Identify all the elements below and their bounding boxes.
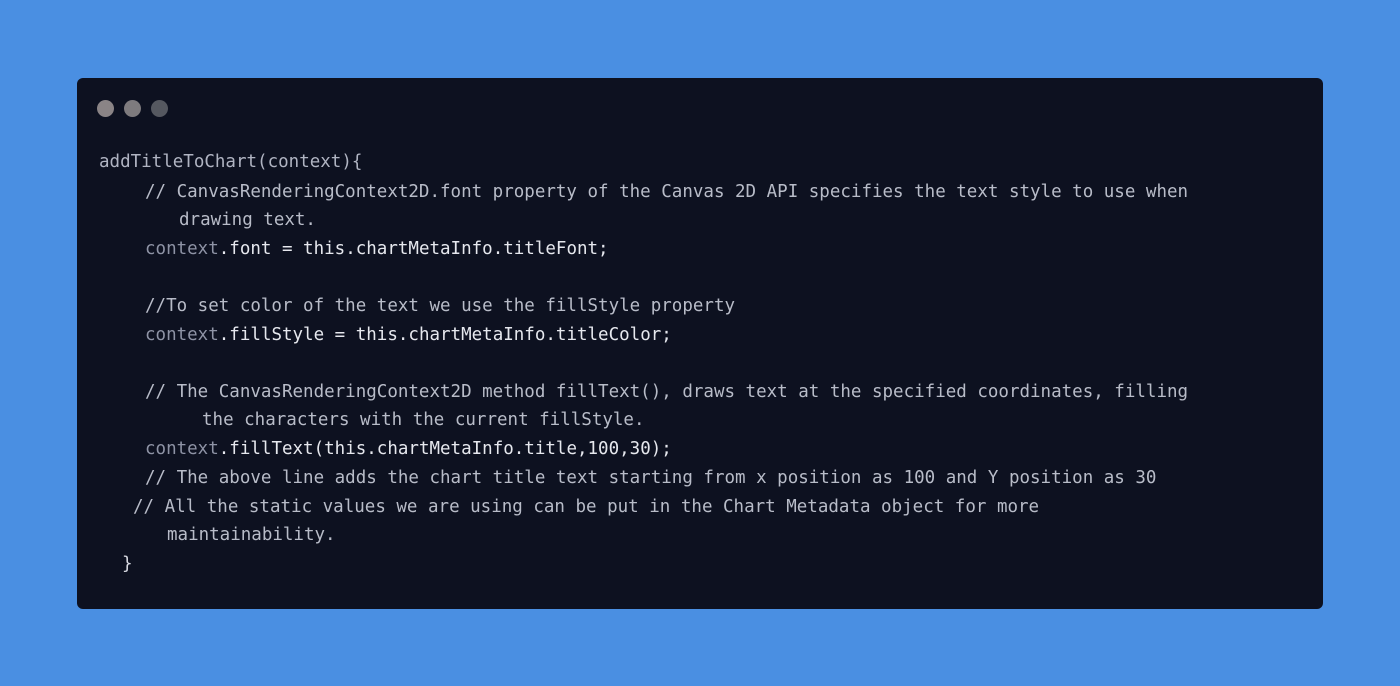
code-line-6: //To set color of the text we use the fi…	[145, 296, 736, 316]
context-identifier: context	[145, 239, 219, 259]
minimize-dot-icon[interactable]	[124, 100, 141, 117]
function-params: (context){	[257, 152, 363, 172]
maximize-dot-icon[interactable]	[151, 100, 168, 117]
code-line-9: // The CanvasRenderingContext2D method f…	[145, 382, 1189, 402]
code-line-13: // All the static values we are using ca…	[133, 497, 1040, 517]
code-line-7: context.fillStyle = this.chartMetaInfo.t…	[145, 321, 672, 349]
code-line-2: // CanvasRenderingContext2D.font propert…	[145, 182, 1189, 202]
code-line-11: context.fillText(this.chartMetaInfo.titl…	[145, 435, 672, 463]
statement: .font = this.chartMetaInfo.titleFont;	[218, 239, 609, 259]
statement: .fillText(this.chartMetaInfo.title,100,3…	[218, 439, 672, 459]
code-line-10: the characters with the current fillStyl…	[202, 410, 645, 430]
code-line-1: addTitleToChart(context){	[99, 148, 362, 176]
window-controls	[97, 100, 168, 117]
context-identifier: context	[145, 439, 219, 459]
code-line-12: // The above line adds the chart title t…	[145, 468, 1157, 488]
statement: .fillStyle = this.chartMetaInfo.titleCol…	[218, 325, 672, 345]
code-line-14: maintainability.	[167, 525, 336, 545]
close-dot-icon[interactable]	[97, 100, 114, 117]
code-line-3: drawing text.	[179, 210, 316, 230]
function-name: addTitleToChart	[99, 152, 258, 172]
context-identifier: context	[145, 325, 219, 345]
code-line-4: context.font = this.chartMetaInfo.titleF…	[145, 235, 609, 263]
code-window: addTitleToChart(context){ // CanvasRende…	[77, 78, 1323, 609]
code-line-15: }	[122, 554, 133, 574]
